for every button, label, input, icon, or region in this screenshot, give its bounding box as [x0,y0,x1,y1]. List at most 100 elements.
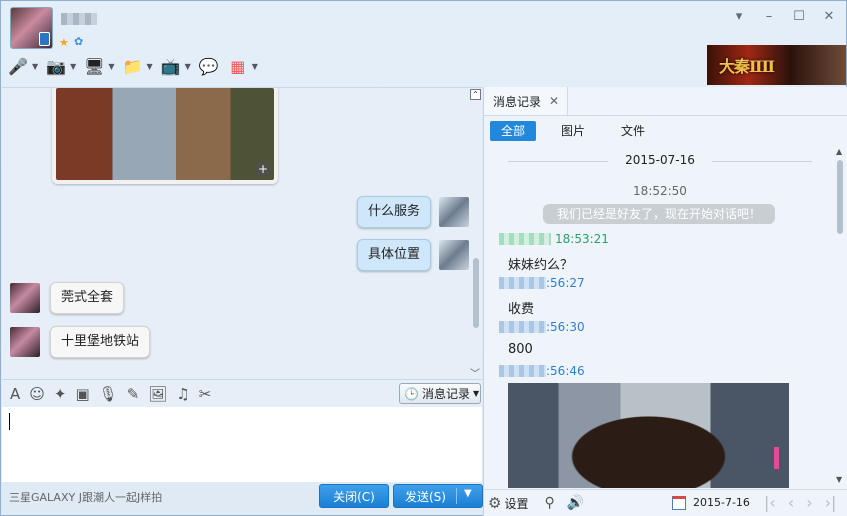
my-avatar[interactable] [439,240,469,270]
gif-icon[interactable]: ▣ [75,385,89,403]
camera-icon: 📷 [46,56,67,76]
tab-message-history[interactable]: 消息记录 ✕ [484,87,568,115]
settings-label[interactable]: 设置 [504,495,528,512]
system-time: 18:52:50 [633,184,687,198]
minimize-icon[interactable]: – [762,9,776,24]
calendar-icon[interactable] [672,496,686,510]
contact-nickname-blurred [61,13,97,25]
close-button[interactable]: 关闭(C) [319,484,389,508]
apps-button[interactable]: ▦ ▼ [227,55,258,77]
message-row: 十里堡地铁站 [10,326,151,358]
microphone-icon: 🎤 [8,56,28,76]
speaker-icon[interactable]: 🔊 [567,495,584,511]
filter-images[interactable]: 图片 [550,121,596,141]
sender-name-blurred [499,365,546,377]
chevron-down-icon[interactable]: ▾ [732,9,746,24]
remote-desktop-button[interactable]: 🖥 ▼ [83,55,114,77]
game-ad-banner[interactable]: 大秦ⅡⅡ [707,45,846,85]
discussion-button[interactable]: 💬 [198,55,220,77]
shake-icon[interactable]: ✦ [54,385,67,403]
sender-name-blurred [499,321,546,333]
monitor-icon: 🖥 [84,56,105,76]
received-photo[interactable]: + [52,88,278,184]
history-date[interactable]: 2015-7-16 [693,496,750,509]
sender-name-blurred [499,233,551,245]
history-pagination: |‹ ‹ › ›| [764,493,836,512]
star-icon[interactable]: ★ [59,36,69,49]
chat-plus-icon: 💬 [198,56,219,76]
history-message[interactable]: 妹妹约么？ [508,254,573,273]
send-file-button[interactable]: 📁 ▼ [121,55,153,77]
history-message[interactable]: 800 [508,342,533,357]
device-signature[interactable]: 三星GALAXY J跟潮人一起J样拍 [9,489,162,505]
history-meta: :56:46 [499,364,585,378]
history-footer: ⚙ 设置 ⚲ 🔊 2015-7-16 |‹ ‹ › ›| [484,489,847,516]
gear-icon[interactable]: ⚙ [488,494,501,512]
emoji-icon[interactable]: ☺ [29,385,45,403]
filter-all[interactable]: 全部 [490,121,537,141]
image-icon[interactable]: 🖼 [148,385,167,403]
history-photo[interactable] [508,383,789,488]
qzone-icon[interactable]: ✿ [74,35,83,48]
history-filters: 全部 图片 文件 [490,121,656,141]
prev-page-icon[interactable]: ‹ [788,493,794,512]
chat-window: ★ ✿ ▾ – ☐ ✕ 🎤 ▼ 📷 ▼ 🖥 ▼ 📁 ▼ 📺 ▼ 💬 ▦ ▼ 大秦ⅡⅡ + 什… [0,0,847,516]
zoom-plus-icon[interactable]: + [256,162,270,176]
message-history-label: 消息记录 [421,387,470,401]
message-time: 18:53:21 [555,232,609,246]
history-message[interactable]: 收费 [508,298,534,317]
message-bubble[interactable]: 具体位置 [356,239,431,271]
my-avatar[interactable] [439,197,469,227]
contact-avatar-small[interactable] [10,283,40,313]
history-meta: :56:30 [499,320,585,334]
chat-scrollbar[interactable] [470,88,482,379]
message-time: :56:46 [546,364,585,378]
font-icon[interactable]: A [10,385,20,403]
screen-icon: 📺 [160,56,181,76]
voice-message-icon[interactable]: 🎙 [99,385,118,403]
message-row: 什么服务 [356,196,469,228]
send-button[interactable]: 发送(S) ▼ [393,484,483,508]
clock-icon: 🕒 [404,386,419,401]
history-panel: 消息记录 ✕ 全部 图片 文件 2015-07-16 18:52:50 我们已经… [483,87,847,516]
chevron-down-icon: ▼ [472,389,480,398]
send-options-icon[interactable]: ▼ [464,488,472,499]
mobile-online-icon [39,32,50,46]
video-call-button[interactable]: 📷 ▼ [45,55,76,77]
scroll-up-icon[interactable]: ▲ [836,147,842,156]
message-bubble[interactable]: 什么服务 [356,196,431,228]
ad-logo-text: 大秦ⅡⅡ [719,57,775,76]
history-meta: :56:27 [499,276,585,290]
close-tab-icon[interactable]: ✕ [549,94,559,108]
screen-share-button[interactable]: 📺 ▼ [160,55,191,77]
message-time: :56:30 [546,320,585,334]
contact-avatar-small[interactable] [10,327,40,357]
message-time: :56:27 [546,276,585,290]
collapse-icon[interactable]: ⌃ [470,89,481,100]
folder-icon: 📁 [122,56,143,76]
scroll-down-icon[interactable]: ﹀ [470,365,480,380]
send-label: 发送(S) [405,489,446,504]
last-page-icon[interactable]: ›| [825,493,837,512]
voice-call-button[interactable]: 🎤 ▼ [7,55,38,77]
first-page-icon[interactable]: |‹ [764,493,776,512]
contact-avatar[interactable] [10,7,53,49]
tab-label: 消息记录 [493,94,542,109]
message-input[interactable] [2,407,482,482]
next-page-icon[interactable]: › [806,493,812,512]
scrollbar-thumb[interactable] [473,258,479,328]
filter-files[interactable]: 文件 [610,121,656,141]
scrollbar-thumb[interactable] [837,160,843,234]
search-icon[interactable]: ⚲ [544,495,554,511]
message-bubble[interactable]: 莞式全套 [50,282,125,314]
chat-messages-area[interactable]: + 什么服务 具体位置 莞式全套 十里堡地铁站 [2,87,482,379]
message-history-button[interactable]: 🕒 消息记录 ▼ [399,383,481,404]
music-icon[interactable]: ♫ [176,385,189,403]
screenshot-icon[interactable]: ✂ [199,385,212,403]
maximize-icon[interactable]: ☐ [792,9,806,24]
message-row: 莞式全套 [10,282,125,314]
close-icon[interactable]: ✕ [822,9,836,24]
edit-icon[interactable]: ✎ [127,385,140,403]
scroll-down-icon[interactable]: ▼ [836,475,842,484]
message-bubble[interactable]: 十里堡地铁站 [50,326,151,358]
